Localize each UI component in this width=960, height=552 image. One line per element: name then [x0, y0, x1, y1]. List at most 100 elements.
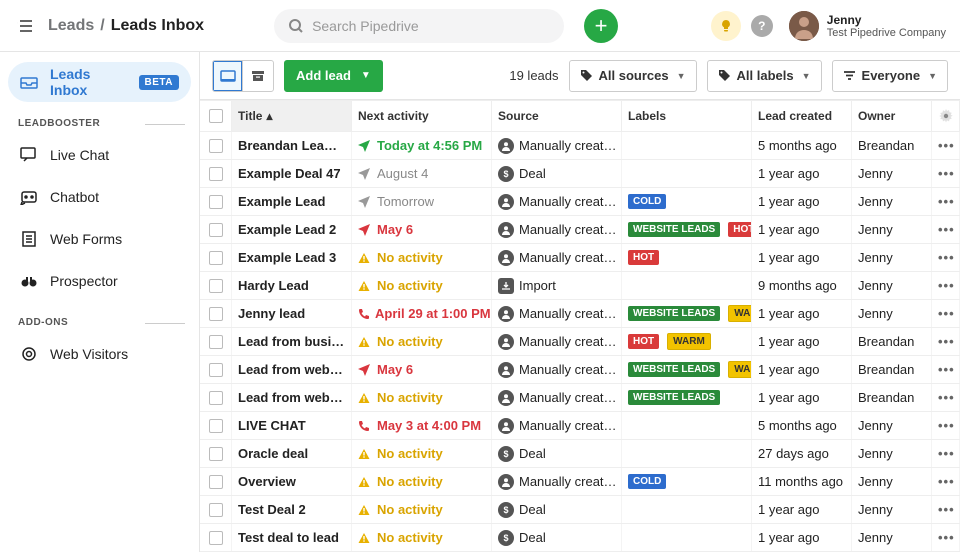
menu-collapse-icon[interactable] — [14, 14, 38, 38]
lead-title[interactable]: Test deal to lead — [232, 524, 352, 551]
row-checkbox[interactable] — [209, 419, 223, 433]
table-row[interactable]: Jenny leadApril 29 at 1:00 PMManually cr… — [200, 300, 960, 328]
row-actions[interactable]: ••• — [932, 244, 960, 271]
table-row[interactable]: Example Lead 3No activityManually creat…… — [200, 244, 960, 272]
label-badge: WEBSITE LEADS — [628, 362, 720, 377]
sidebar-item-prospector[interactable]: Prospector — [8, 261, 191, 301]
table-row[interactable]: Test Deal 2No activity$Deal1 year agoJen… — [200, 496, 960, 524]
table-row[interactable]: Example Deal 47August 4$Deal1 year agoJe… — [200, 160, 960, 188]
table-row[interactable]: OverviewNo activityManually creat…COLD11… — [200, 468, 960, 496]
col-source[interactable]: Source — [492, 101, 622, 131]
row-actions[interactable]: ••• — [932, 524, 960, 551]
table-row[interactable]: Oracle dealNo activity$Deal27 days agoJe… — [200, 440, 960, 468]
row-actions[interactable]: ••• — [932, 272, 960, 299]
row-checkbox[interactable] — [209, 363, 223, 377]
lead-title[interactable]: Lead from busi… — [232, 328, 352, 355]
activity-icon — [358, 224, 372, 236]
table-row[interactable]: LIVE CHATMay 3 at 4:00 PMManually creat…… — [200, 412, 960, 440]
lead-title[interactable]: Test Deal 2 — [232, 496, 352, 523]
tips-icon[interactable] — [711, 11, 741, 41]
search-box[interactable] — [274, 9, 564, 43]
row-actions[interactable]: ••• — [932, 160, 960, 187]
lead-owner: Jenny — [852, 188, 932, 215]
col-owner[interactable]: Owner — [852, 101, 932, 131]
next-activity: No activity — [352, 272, 492, 299]
table-row[interactable]: Example LeadTomorrowManually creat…COLD1… — [200, 188, 960, 216]
row-checkbox[interactable] — [209, 223, 223, 237]
lead-title[interactable]: Example Lead 3 — [232, 244, 352, 271]
row-actions[interactable]: ••• — [932, 496, 960, 523]
source-icon — [498, 474, 514, 490]
sidebar-item-web-forms[interactable]: Web Forms — [8, 219, 191, 259]
lead-title[interactable]: Example Lead — [232, 188, 352, 215]
lead-title[interactable]: Example Lead 2 — [232, 216, 352, 243]
filter-users[interactable]: Everyone▼ — [832, 60, 948, 92]
breadcrumb-parent[interactable]: Leads — [48, 17, 94, 35]
row-checkbox[interactable] — [209, 195, 223, 209]
row-checkbox[interactable] — [209, 139, 223, 153]
lead-title[interactable]: Oracle deal — [232, 440, 352, 467]
row-actions[interactable]: ••• — [932, 132, 960, 159]
row-checkbox[interactable] — [209, 251, 223, 265]
columns-settings-icon[interactable] — [932, 101, 960, 131]
row-checkbox[interactable] — [209, 167, 223, 181]
row-actions[interactable]: ••• — [932, 300, 960, 327]
row-actions[interactable]: ••• — [932, 468, 960, 495]
lead-title[interactable]: LIVE CHAT — [232, 412, 352, 439]
row-checkbox[interactable] — [209, 279, 223, 293]
row-actions[interactable]: ••• — [932, 384, 960, 411]
select-all-checkbox[interactable] — [209, 109, 223, 123]
col-title[interactable]: Title ▴ — [232, 101, 352, 131]
add-lead-button[interactable]: Add lead ▼ — [284, 60, 383, 92]
row-checkbox[interactable] — [209, 447, 223, 461]
row-checkbox[interactable] — [209, 391, 223, 405]
activity-icon — [358, 140, 372, 152]
row-actions[interactable]: ••• — [932, 356, 960, 383]
table-row[interactable]: Test deal to leadNo activity$Deal1 year … — [200, 524, 960, 552]
row-checkbox[interactable] — [209, 531, 223, 545]
filter-labels[interactable]: All labels▼ — [707, 60, 822, 92]
lead-title[interactable]: Overview — [232, 468, 352, 495]
activity-icon — [358, 336, 372, 348]
row-checkbox[interactable] — [209, 503, 223, 517]
sidebar-item-live-chat[interactable]: Live Chat — [8, 135, 191, 175]
tag-icon — [718, 69, 731, 82]
view-archive-icon[interactable] — [243, 61, 273, 91]
lead-owner: Jenny — [852, 496, 932, 523]
lead-title[interactable]: Lead from web… — [232, 356, 352, 383]
row-actions[interactable]: ••• — [932, 328, 960, 355]
row-actions[interactable]: ••• — [932, 188, 960, 215]
search-input[interactable] — [312, 18, 550, 34]
row-checkbox[interactable] — [209, 335, 223, 349]
lead-title[interactable]: Lead from web… — [232, 384, 352, 411]
col-next[interactable]: Next activity — [352, 101, 492, 131]
sidebar-item-chatbot[interactable]: Chatbot — [8, 177, 191, 217]
sidebar-item-web-visitors[interactable]: Web Visitors — [8, 334, 191, 374]
lead-title[interactable]: Jenny lead — [232, 300, 352, 327]
lead-title[interactable]: Hardy Lead — [232, 272, 352, 299]
table-row[interactable]: Hardy LeadNo activityImport9 months agoJ… — [200, 272, 960, 300]
table-row[interactable]: Example Lead 2May 6Manually creat…WEBSIT… — [200, 216, 960, 244]
col-created[interactable]: Lead created — [752, 101, 852, 131]
col-labels[interactable]: Labels — [622, 101, 752, 131]
row-actions[interactable]: ••• — [932, 440, 960, 467]
row-checkbox[interactable] — [209, 475, 223, 489]
activity-icon — [358, 280, 372, 292]
lead-title[interactable]: Example Deal 47 — [232, 160, 352, 187]
table-row[interactable]: Lead from web…No activityManually creat…… — [200, 384, 960, 412]
lead-title[interactable]: Breandan Lea… — [232, 132, 352, 159]
table-row[interactable]: Lead from busi…No activityManually creat… — [200, 328, 960, 356]
table-row[interactable]: Breandan Lea…Today at 4:56 PMManually cr… — [200, 132, 960, 160]
lead-source: Manually creat… — [492, 132, 622, 159]
sidebar-item-leads-inbox[interactable]: Leads InboxBETA — [8, 62, 191, 102]
add-button[interactable]: + — [584, 9, 618, 43]
help-icon[interactable]: ? — [751, 15, 773, 37]
user-menu[interactable]: Jenny Test Pipedrive Company — [789, 11, 946, 41]
filter-sources[interactable]: All sources▼ — [569, 60, 697, 92]
row-actions[interactable]: ••• — [932, 412, 960, 439]
row-actions[interactable]: ••• — [932, 216, 960, 243]
table-row[interactable]: Lead from web…May 6Manually creat…WEBSIT… — [200, 356, 960, 384]
next-activity: April 29 at 1:00 PM — [352, 300, 492, 327]
view-list-icon[interactable] — [213, 61, 243, 91]
row-checkbox[interactable] — [209, 307, 223, 321]
